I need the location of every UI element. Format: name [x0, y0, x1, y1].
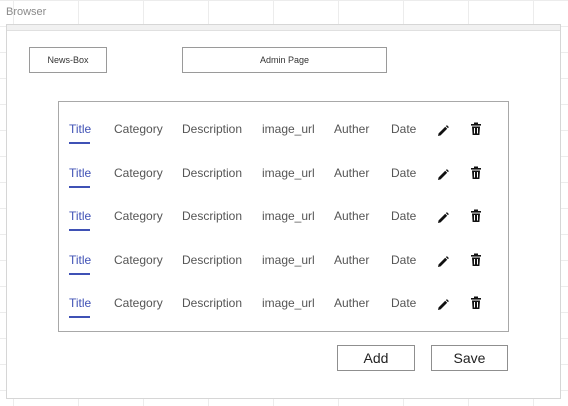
date-cell: Date: [391, 209, 417, 223]
trash-icon[interactable]: [469, 166, 483, 180]
save-button[interactable]: Save: [431, 345, 508, 371]
date-cell: Date: [391, 296, 417, 310]
author-cell: Auther: [334, 165, 370, 180]
title-cell[interactable]: Title: [69, 209, 91, 223]
category-cell: Category: [114, 165, 163, 180]
browser-frame: News-Box Admin Page Title Category Descr…: [6, 24, 561, 399]
browser-top-bar: [7, 25, 560, 31]
description-cell: Description: [182, 296, 243, 310]
image-url-cell: image_url: [262, 122, 315, 136]
table-row: Title Category Description image_url Aut…: [59, 122, 508, 148]
title-underline: [69, 272, 90, 275]
image-url-cell: image_url: [262, 165, 315, 180]
category-cell: Category: [114, 296, 163, 310]
table-row: Title Category Description image_url Aut…: [59, 166, 508, 192]
date-cell: Date: [391, 122, 417, 136]
trash-icon[interactable]: [469, 253, 483, 267]
trash-icon[interactable]: [469, 209, 483, 223]
add-button[interactable]: Add: [337, 345, 415, 371]
title-cell[interactable]: Title: [69, 296, 91, 310]
category-cell: Category: [114, 209, 163, 223]
category-cell: Category: [114, 122, 163, 136]
date-cell: Date: [391, 252, 417, 267]
title-underline: [69, 142, 90, 144]
title-cell[interactable]: Title: [69, 166, 91, 180]
author-cell: Auther: [334, 252, 370, 267]
description-cell: Description: [182, 252, 243, 267]
table-row: Title Category Description image_url Aut…: [59, 209, 508, 235]
pencil-icon[interactable]: [436, 124, 450, 138]
pencil-icon[interactable]: [436, 298, 450, 312]
pencil-icon[interactable]: [436, 168, 450, 182]
table-row: Title Category Description image_url Aut…: [59, 253, 508, 279]
title-underline: [69, 185, 90, 188]
title-cell[interactable]: Title: [69, 122, 91, 136]
news-table: Title Category Description image_url Aut…: [58, 101, 509, 332]
description-cell: Description: [182, 209, 243, 223]
date-cell: Date: [391, 165, 417, 180]
table-row: Title Category Description image_url Aut…: [59, 296, 508, 322]
trash-icon[interactable]: [469, 122, 483, 136]
image-url-cell: image_url: [262, 296, 315, 310]
category-cell: Category: [114, 252, 163, 267]
newsbox-button[interactable]: News-Box: [29, 47, 107, 73]
description-cell: Description: [182, 165, 243, 180]
title-underline: [69, 229, 90, 231]
image-url-cell: image_url: [262, 209, 315, 223]
title-cell[interactable]: Title: [69, 253, 91, 267]
author-cell: Auther: [334, 209, 370, 223]
admin-page-button[interactable]: Admin Page: [182, 47, 387, 73]
image-url-cell: image_url: [262, 252, 315, 267]
pencil-icon[interactable]: [436, 211, 450, 225]
title-underline: [69, 316, 90, 318]
pencil-icon[interactable]: [436, 255, 450, 269]
trash-icon[interactable]: [469, 296, 483, 310]
description-cell: Description: [182, 122, 243, 136]
author-cell: Auther: [334, 296, 370, 310]
author-cell: Auther: [334, 122, 370, 136]
window-label: Browser: [6, 6, 47, 18]
